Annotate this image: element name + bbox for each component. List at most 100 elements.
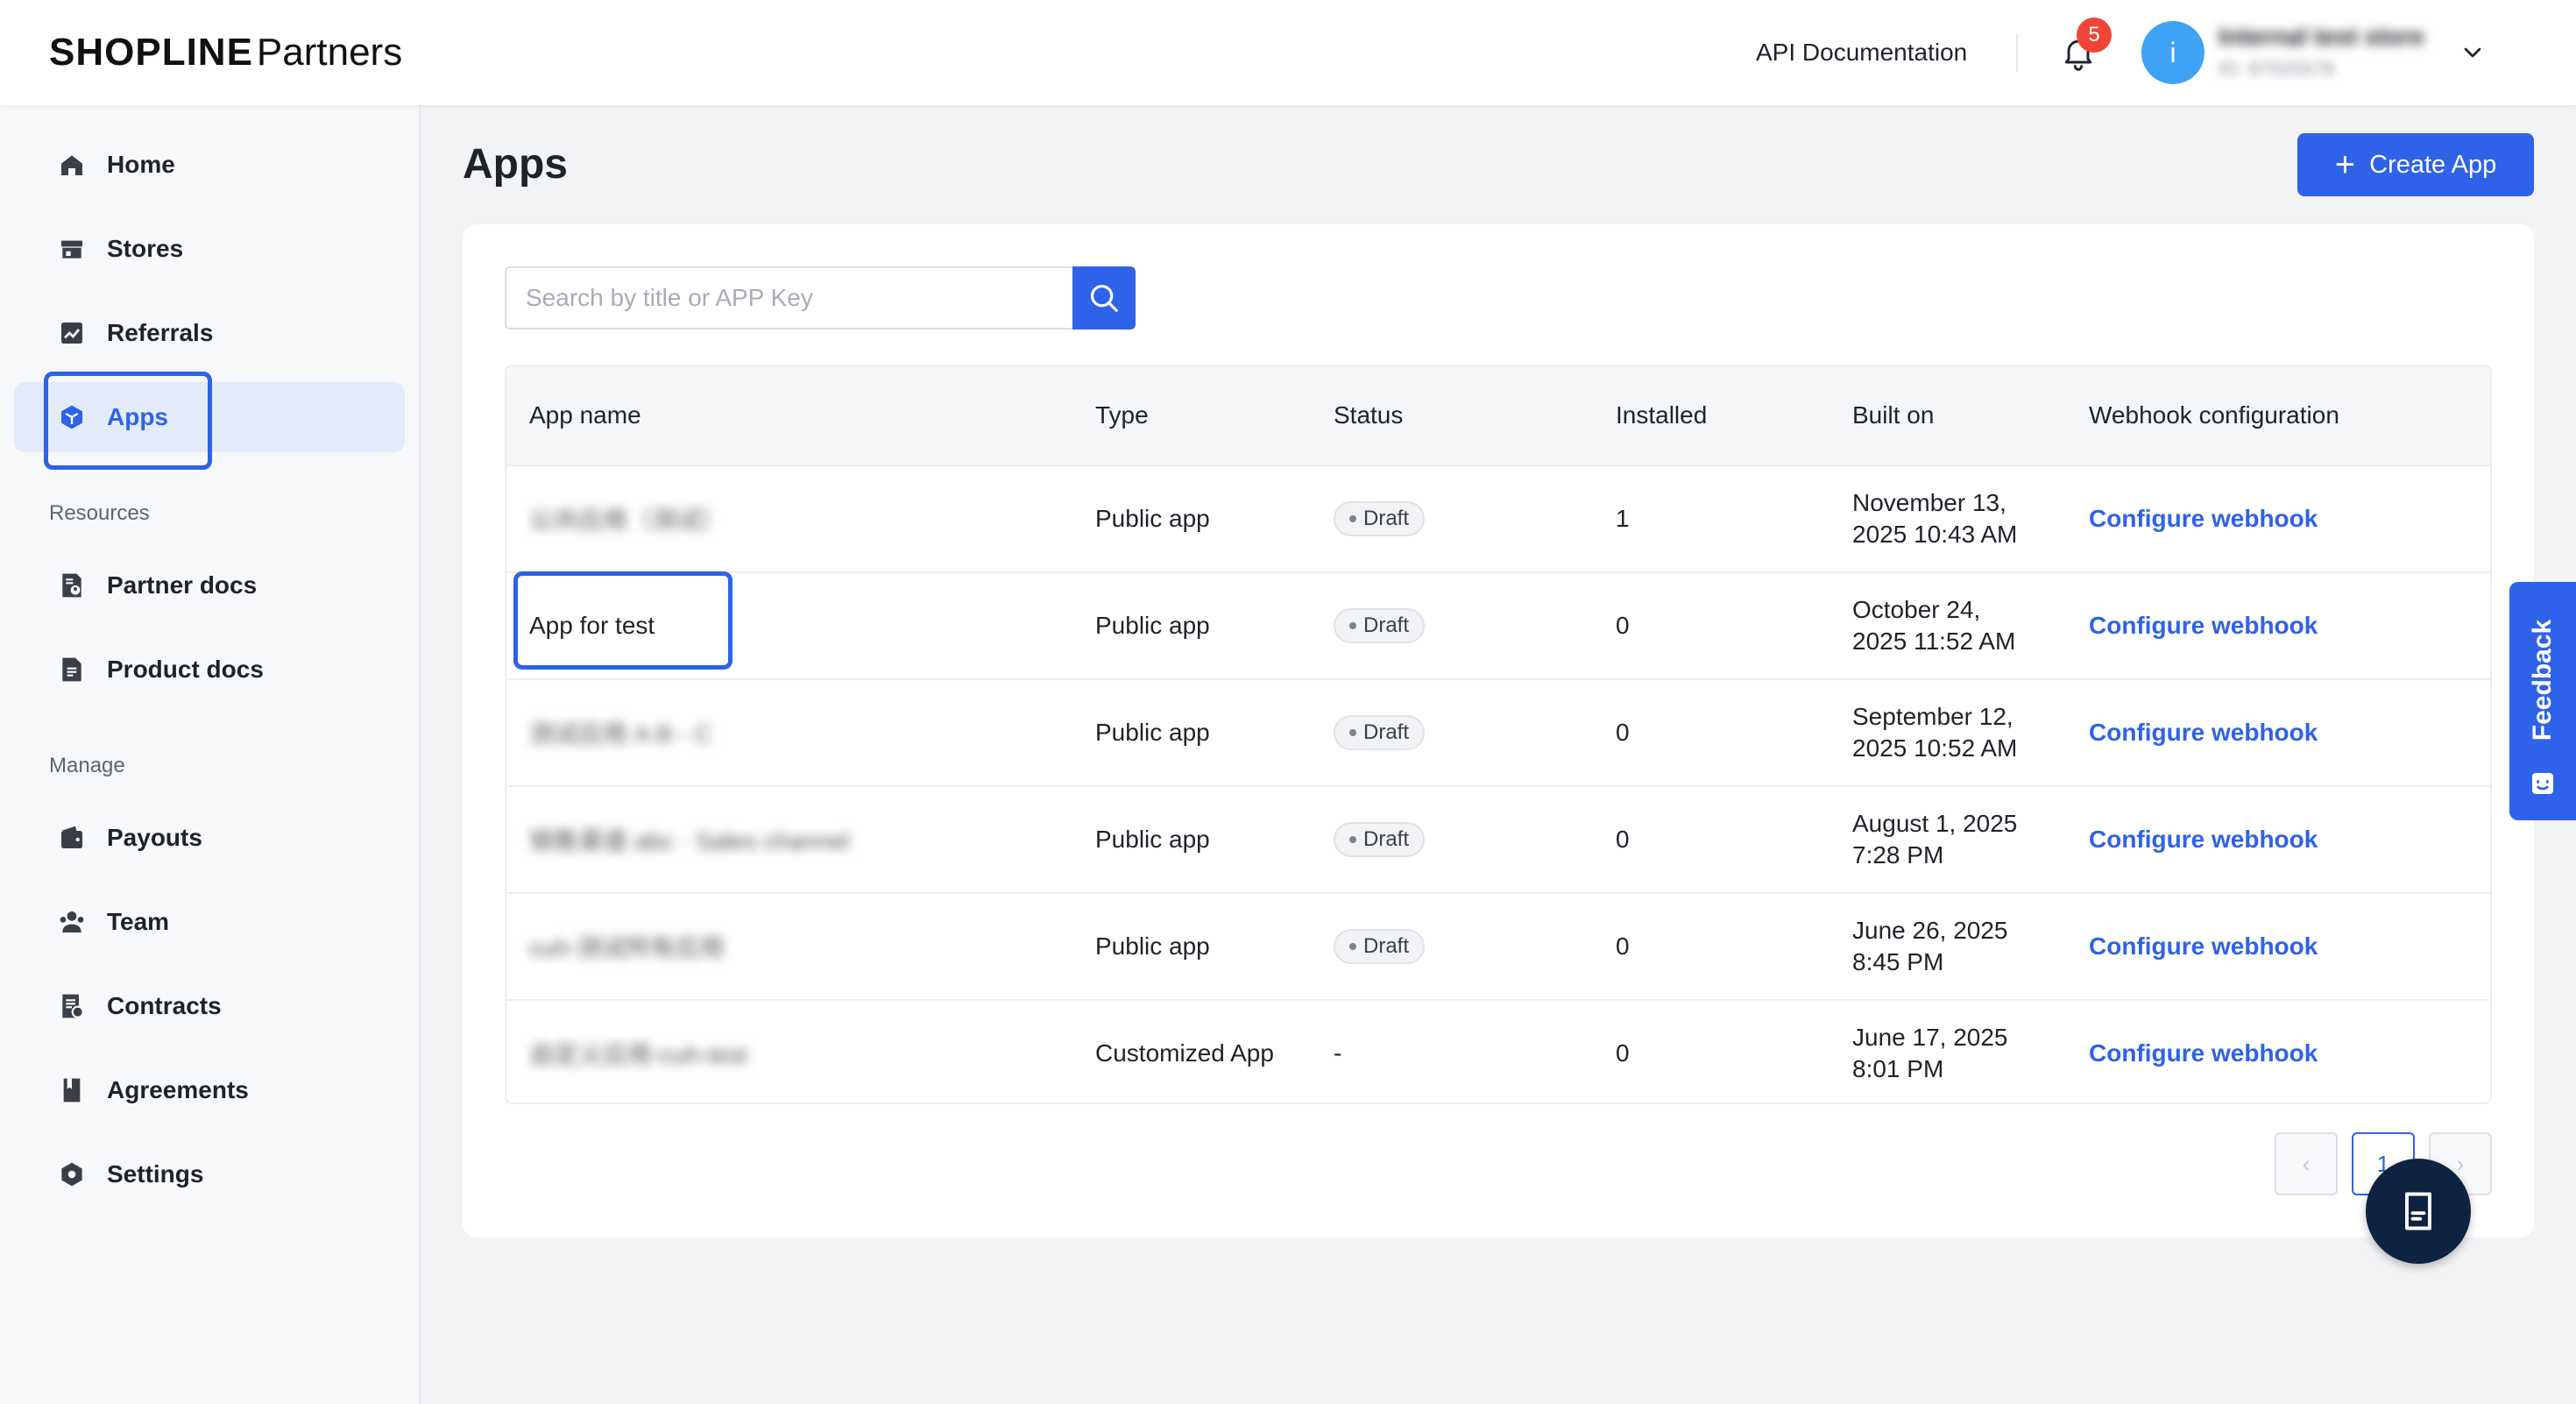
- notification-badge: 5: [2077, 18, 2112, 53]
- status-dot: [1349, 943, 1356, 950]
- sidebar-item-referrals[interactable]: Referrals: [14, 298, 405, 368]
- installed-count: 1: [1616, 505, 1630, 532]
- column-header-status: Status: [1334, 401, 1404, 429]
- sidebar-item-label: Apps: [107, 403, 168, 430]
- sidebar-item-label: Product docs: [107, 656, 264, 683]
- status-badge: Draft: [1334, 501, 1426, 536]
- app-type: Customized App: [1095, 1039, 1274, 1067]
- column-header-webhook: Webhook configuration: [2089, 401, 2339, 429]
- pagination-prev-button[interactable]: ‹: [2275, 1132, 2338, 1195]
- configure-webhook-link[interactable]: Configure webhook: [2089, 573, 2318, 678]
- apps-table: App name Type Status Installed Built on …: [505, 365, 2492, 1104]
- sidebar-item-label: Team: [107, 908, 170, 935]
- sidebar-item-home[interactable]: Home: [14, 130, 405, 200]
- built-on-date: October 24,: [1852, 596, 1981, 623]
- built-on-cell: October 24, 2025 11:52 AM: [1852, 573, 2054, 678]
- sidebar-item-contracts[interactable]: Contracts: [14, 971, 405, 1041]
- sidebar-item-team[interactable]: Team: [14, 887, 405, 957]
- sidebar-item-settings[interactable]: Settings: [14, 1139, 405, 1209]
- table-row[interactable]: cuh-测试所有应用 Public app Draft 0 June 26, 2…: [506, 892, 2490, 999]
- app-type: Public app: [1095, 719, 1210, 746]
- sidebar-item-label: Referrals: [107, 319, 214, 346]
- built-on-time: 8:45 PM: [1852, 948, 1944, 975]
- app-name-cell[interactable]: 销售渠道 abc · Sales channel: [529, 787, 850, 892]
- app-type: Public app: [1095, 612, 1210, 639]
- feedback-label: Feedback: [2528, 619, 2557, 741]
- avatar[interactable]: i: [2141, 21, 2204, 84]
- status-cell: Draft: [1334, 573, 1426, 678]
- sidebar-item-apps[interactable]: Apps: [14, 382, 405, 452]
- page-title: Apps: [463, 141, 568, 188]
- create-app-label: Create App: [2369, 150, 2497, 179]
- table-row[interactable]: 销售渠道 abc · Sales channel Public app Draf…: [506, 785, 2490, 892]
- built-on-date: November 13,: [1852, 489, 2006, 516]
- sidebar-item-product-docs[interactable]: Product docs: [14, 635, 405, 705]
- feedback-tab[interactable]: Feedback: [2509, 582, 2576, 820]
- sidebar-item-stores[interactable]: Stores: [14, 214, 405, 284]
- top-header: SHOPLINE Partners API Documentation 5 i …: [0, 0, 2576, 105]
- gear-icon: [61, 1162, 82, 1187]
- header-divider: [2016, 33, 2018, 72]
- logo-brand: SHOPLINE: [49, 31, 253, 74]
- sidebar: Home Stores Referrals Apps Resources Par…: [0, 105, 421, 1404]
- sidebar-item-label: Settings: [107, 1160, 204, 1188]
- app-name-cell[interactable]: 测试应用 A B - C: [529, 680, 711, 785]
- configure-webhook-link[interactable]: Configure webhook: [2089, 680, 2318, 785]
- support-chat-button[interactable]: [2366, 1159, 2471, 1264]
- status-badge: Draft: [1334, 929, 1426, 964]
- table-row[interactable]: App for test Public app Draft 0 October …: [506, 571, 2490, 678]
- sidebar-item-label: Partner docs: [107, 571, 258, 599]
- app-name-cell[interactable]: App for test: [529, 573, 655, 678]
- installed-count: 0: [1616, 826, 1630, 853]
- built-on-date: August 1, 2025: [1852, 810, 2018, 837]
- app-name: 公共应用（测试）: [529, 507, 726, 534]
- team-icon: [60, 911, 84, 932]
- wallet-icon: [61, 826, 82, 848]
- cube-icon: [61, 405, 82, 429]
- table-row[interactable]: 测试应用 A B - C Public app Draft 0 Septembe…: [506, 678, 2490, 785]
- table-row[interactable]: 自定义应用-cuh-test Customized App - 0 June 1…: [506, 999, 2490, 1103]
- status-cell: Draft: [1334, 787, 1426, 892]
- status-label: Draft: [1363, 613, 1410, 637]
- sidebar-item-label: Home: [107, 151, 175, 178]
- status-badge: Draft: [1334, 715, 1426, 750]
- installed-count: 0: [1616, 612, 1630, 639]
- store-name[interactable]: Internal test store: [2219, 21, 2457, 53]
- column-header-built-on: Built on: [1852, 401, 1935, 429]
- status-badge: Draft: [1334, 822, 1426, 857]
- table-header: App name Type Status Installed Built on …: [506, 366, 2490, 464]
- configure-webhook-link[interactable]: Configure webhook: [2089, 787, 2318, 892]
- app-type: Public app: [1095, 826, 1210, 853]
- status-badge: Draft: [1334, 608, 1426, 643]
- configure-webhook-link[interactable]: Configure webhook: [2089, 894, 2318, 999]
- api-documentation-link[interactable]: API Documentation: [1756, 35, 1967, 70]
- create-app-button[interactable]: + Create App: [2297, 133, 2534, 196]
- sidebar-item-label: Agreements: [107, 1076, 249, 1103]
- app-name-cell[interactable]: 自定义应用-cuh-test: [529, 1001, 747, 1103]
- built-on-time: 7:28 PM: [1852, 841, 1944, 869]
- shopline-partners-logo[interactable]: SHOPLINE Partners: [49, 28, 402, 77]
- installed-count: 0: [1616, 932, 1630, 960]
- logo-suffix: Partners: [256, 31, 403, 74]
- configure-webhook-link[interactable]: Configure webhook: [2089, 466, 2318, 571]
- built-on-date: June 26, 2025: [1852, 917, 2008, 944]
- chevron-down-icon[interactable]: [2459, 39, 2487, 67]
- search-button[interactable]: [1072, 266, 1136, 330]
- app-name: 测试应用 A B - C: [529, 720, 712, 748]
- status-dot: [1349, 515, 1356, 522]
- sidebar-item-payouts[interactable]: Payouts: [14, 803, 405, 873]
- app-name: 销售渠道 abc · Sales channel: [529, 827, 850, 854]
- configure-webhook-link[interactable]: Configure webhook: [2089, 1001, 2318, 1103]
- sidebar-item-agreements[interactable]: Agreements: [14, 1055, 405, 1125]
- home-icon: [61, 155, 82, 175]
- contract-icon: [62, 994, 84, 1018]
- table-row[interactable]: 公共应用（测试） Public app Draft 1 November 13,…: [506, 464, 2490, 571]
- app-name-cell[interactable]: 公共应用（测试）: [529, 466, 725, 571]
- installed-count: 0: [1616, 719, 1630, 746]
- app-name-cell[interactable]: cuh-测试所有应用: [529, 894, 724, 999]
- search-input[interactable]: [505, 266, 1074, 330]
- agreement-icon: [63, 1078, 81, 1103]
- built-on-time: 2025 10:43 AM: [1852, 521, 2018, 548]
- sidebar-item-partner-docs[interactable]: Partner docs: [14, 550, 405, 620]
- status-cell: Draft: [1334, 894, 1426, 999]
